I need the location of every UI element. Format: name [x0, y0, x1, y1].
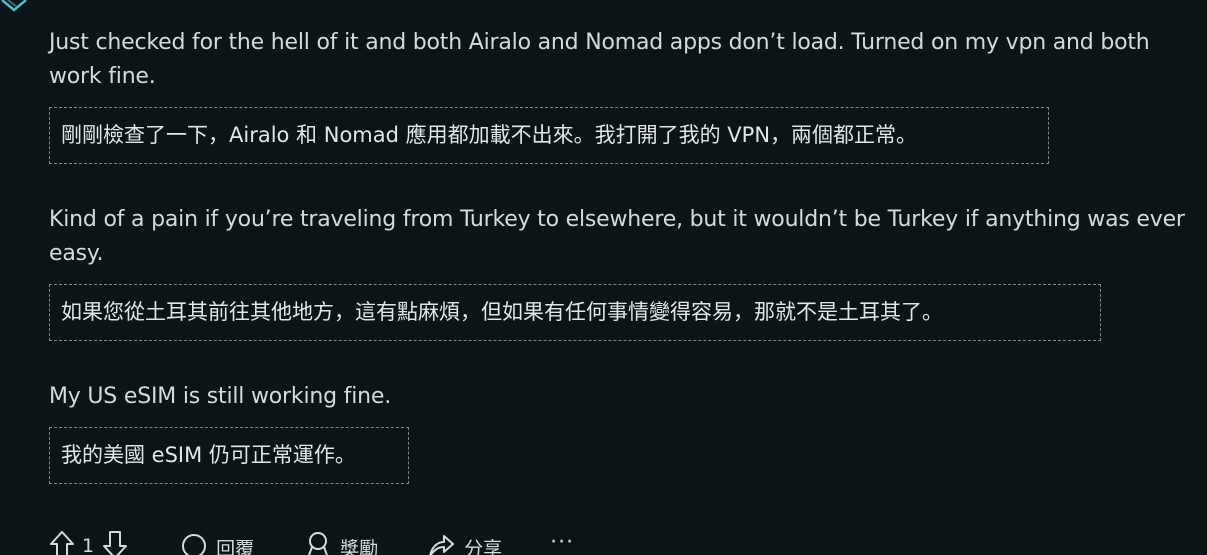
thread-line-icon — [1, 0, 27, 12]
paragraph-block-3: My US eSIM is still working fine. 我的美國 e… — [49, 380, 1189, 523]
share-label: 分享 — [464, 538, 503, 555]
translation-box: 剛剛檢查了一下，Airalo 和 Nomad 應用都加載不出來。我打開了我的 V… — [49, 107, 1049, 164]
paragraph-block-1: Just checked for the hell of it and both… — [49, 26, 1189, 203]
award-label: 獎勵 — [340, 538, 379, 555]
award-button[interactable]: 獎勵 — [304, 530, 378, 555]
more-dots-icon: ··· — [550, 530, 575, 555]
upvote-icon[interactable] — [49, 530, 75, 555]
comment-body: Just checked for the hell of it and both… — [49, 26, 1189, 523]
more-options-button[interactable]: ··· — [550, 530, 574, 555]
comment-paragraph: Kind of a pain if you’re traveling from … — [49, 207, 1185, 266]
comment-bubble-icon — [182, 534, 207, 555]
vote-count: 1 — [82, 535, 95, 555]
share-button[interactable]: 分享 — [426, 530, 502, 555]
translation-box: 我的美國 eSIM 仍可正常運作。 — [49, 427, 409, 484]
comment-paragraph: My US eSIM is still working fine. — [49, 384, 391, 409]
reply-label: 回覆 — [216, 538, 255, 555]
comment-paragraph: Just checked for the hell of it and both… — [49, 30, 1150, 89]
comment-action-bar: 1 回覆 獎勵 分享 ··· — [49, 530, 574, 555]
award-icon — [308, 532, 329, 555]
reply-button[interactable]: 回覆 — [180, 530, 254, 555]
downvote-icon[interactable] — [102, 530, 128, 555]
paragraph-block-2: Kind of a pain if you’re traveling from … — [49, 203, 1189, 380]
comment-page: Just checked for the hell of it and both… — [0, 0, 1207, 555]
translation-box: 如果您從土耳其前往其他地方，這有點麻煩，但如果有任何事情變得容易，那就不是土耳其… — [49, 284, 1101, 341]
vote-group: 1 — [49, 530, 128, 555]
share-arrow-icon — [429, 535, 455, 555]
